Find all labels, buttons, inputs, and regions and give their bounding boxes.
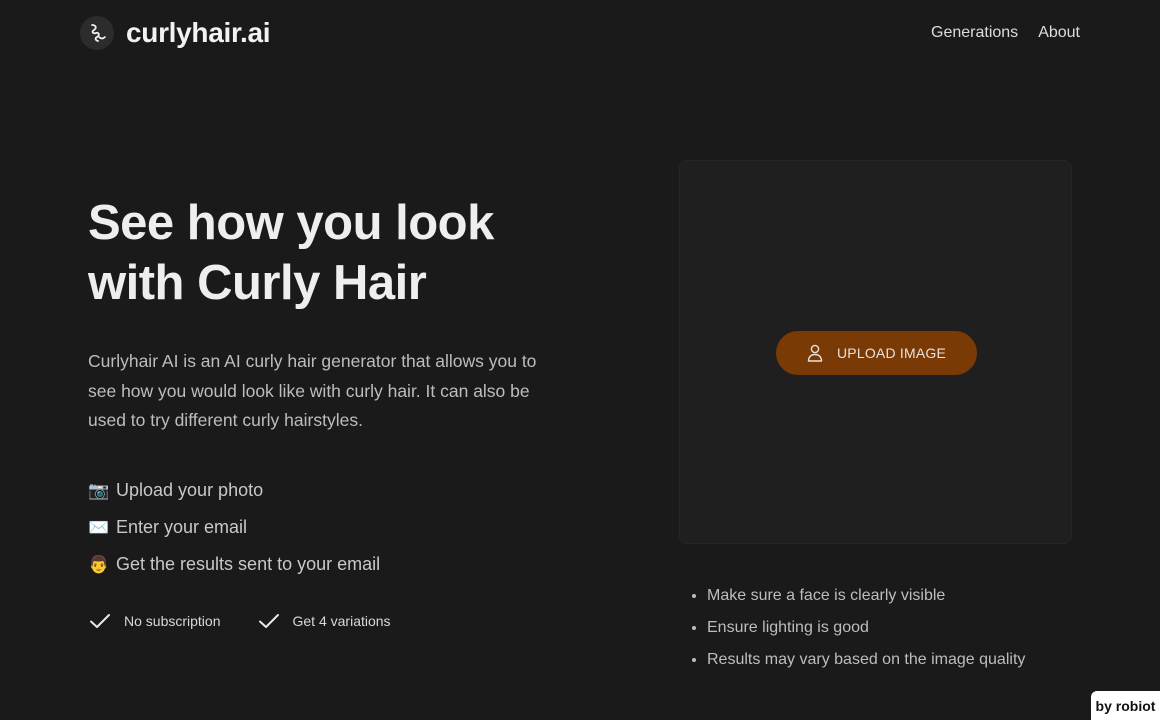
upload-image-button[interactable]: UPLOAD IMAGE [776,331,977,375]
envelope-icon: ✉️ [88,518,110,537]
step-text: Enter your email [116,517,248,537]
camera-icon: 📷 [88,481,110,500]
hero-title-line2: with Curly Hair [88,256,427,310]
brand-link[interactable]: curlyhair.ai [80,16,271,50]
check-icon [90,614,110,628]
upload-dropzone[interactable]: UPLOAD IMAGE [679,160,1072,544]
tip-item: Make sure a face is clearly visible [707,580,1025,612]
hero-title-line1: See how you look [88,196,494,250]
top-nav: Generations About [931,24,1080,42]
page: curlyhair.ai Generations About See how y… [0,0,1160,720]
hero-description: Curlyhair AI is an AI curly hair generat… [88,351,537,430]
step-text: Get the results sent to your email [116,554,381,574]
nav-about[interactable]: About [1038,24,1080,42]
hero-title: See how you look with Curly Hair [88,193,568,313]
tip-item: Ensure lighting is good [707,612,1025,644]
features-row: No subscription Get 4 variations [88,609,391,633]
person-icon: 👨 [88,555,110,574]
user-icon [807,344,823,362]
feature-variations: Get 4 variations [257,609,391,633]
feature-label: Get 4 variations [292,613,391,629]
upload-button-label: UPLOAD IMAGE [837,345,946,361]
tip-item: Results may vary based on the image qual… [707,644,1025,676]
step-text: Upload your photo [116,480,264,500]
logo-icon [80,16,114,50]
steps-list: 📷 Upload your photo ✉️ Enter your email … [88,472,380,583]
header: curlyhair.ai Generations About [80,14,1080,52]
feature-label: No subscription [124,613,221,629]
step-item: ✉️ Enter your email [88,509,380,546]
check-icon [258,614,279,628]
step-item: 📷 Upload your photo [88,472,380,509]
nav-generations[interactable]: Generations [931,24,1018,42]
step-item: 👨 Get the results sent to your email [88,546,380,583]
credit-badge[interactable]: by robiot [1091,691,1160,720]
tips-list: Make sure a face is clearly visible Ensu… [707,580,1025,676]
brand-name: curlyhair.ai [126,17,271,48]
feature-no-subscription: No subscription [88,609,221,633]
